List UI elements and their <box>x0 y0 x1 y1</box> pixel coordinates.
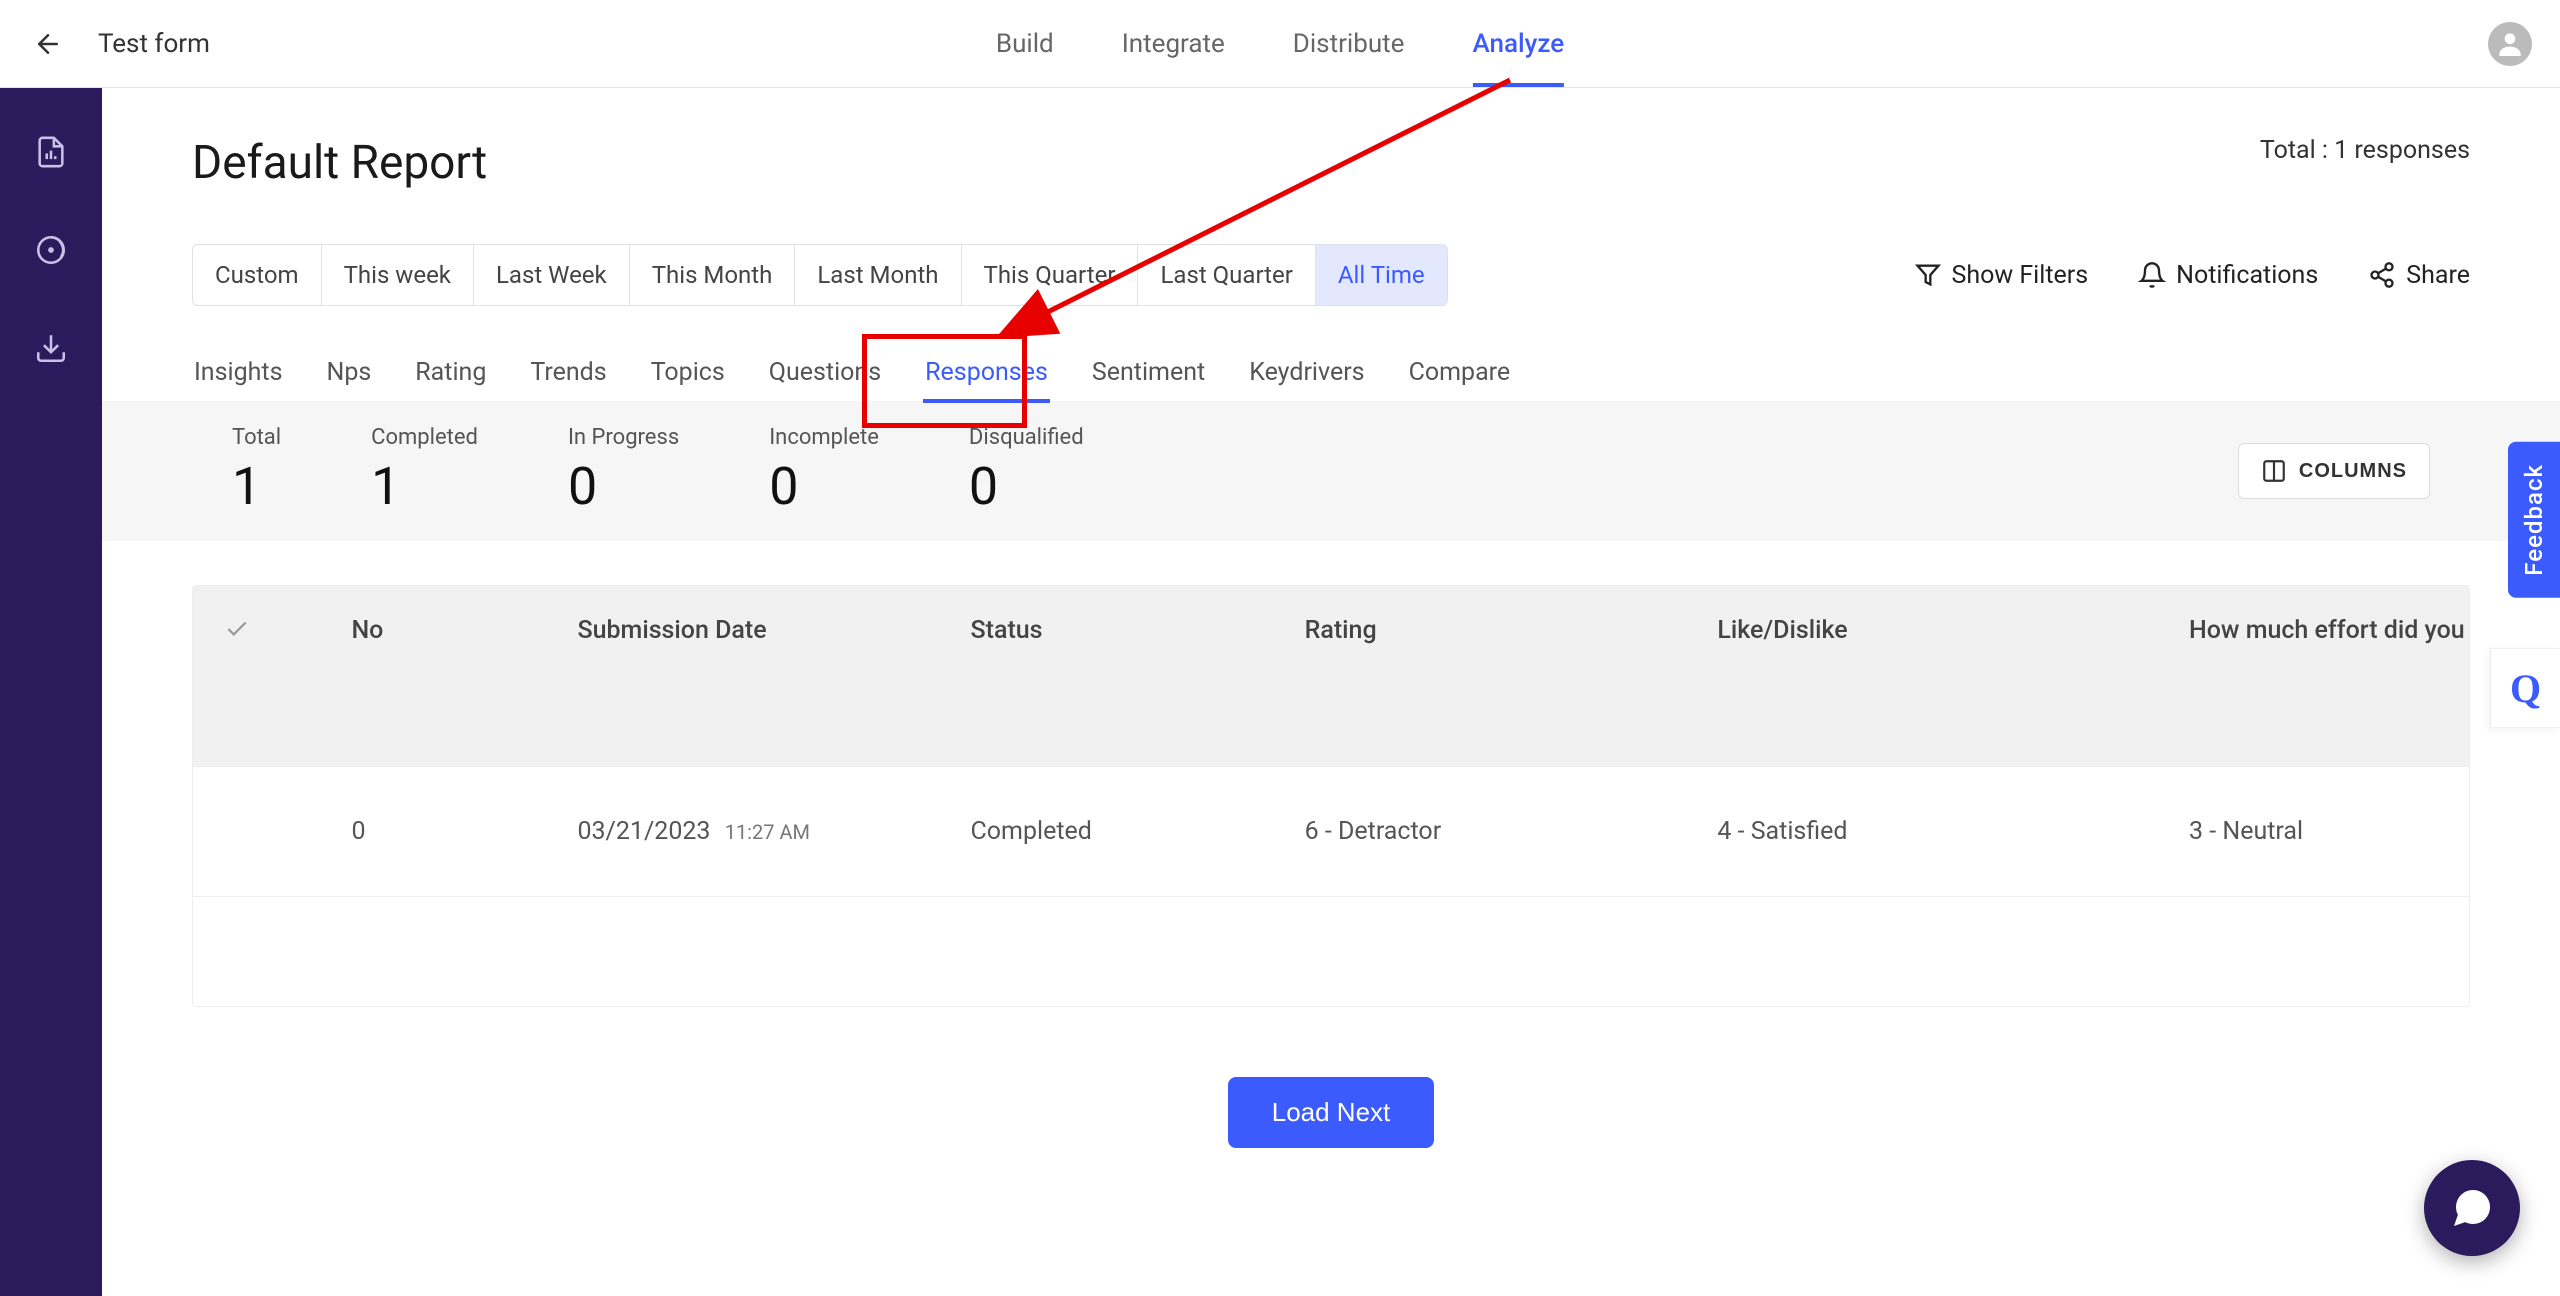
sidebar-dashboard-icon[interactable] <box>31 230 71 270</box>
stat-incomplete: Incomplete 0 <box>769 425 879 517</box>
chat-bubble[interactable] <box>2424 1160 2520 1256</box>
table-spacer <box>193 896 2469 1006</box>
pill-this-month[interactable]: This Month <box>630 245 796 305</box>
subtab-trends[interactable]: Trends <box>528 344 608 401</box>
td-like: 4 - Satisfied <box>1717 817 2189 846</box>
td-effort: 3 - Neutral <box>2189 817 2469 846</box>
avatar[interactable] <box>2488 22 2532 66</box>
th-effort[interactable]: How much effort did you <box>2189 616 2469 645</box>
total-responses: Total : 1 responses <box>2260 136 2470 165</box>
sidebar <box>0 88 102 1296</box>
time-filter-pills: Custom This week Last Week This Month La… <box>192 244 1448 306</box>
subtab-questions[interactable]: Questions <box>767 344 883 401</box>
subtab-topics[interactable]: Topics <box>649 344 727 401</box>
td-status: Completed <box>971 817 1305 846</box>
stat-completed-value: 1 <box>371 456 478 517</box>
notifications-button[interactable]: Notifications <box>2138 261 2318 290</box>
responses-table: No Submission Date Status Rating Like/Di… <box>192 585 2470 1007</box>
subtab-responses[interactable]: Responses <box>923 344 1050 401</box>
subtab-rating[interactable]: Rating <box>413 344 488 401</box>
td-date-value: 03/21/2023 <box>577 817 710 846</box>
tab-build[interactable]: Build <box>996 0 1054 87</box>
load-next-button[interactable]: Load Next <box>1228 1077 1435 1148</box>
stat-inprogress: In Progress 0 <box>568 425 679 517</box>
table-row[interactable]: 0 03/21/2023 11:27 AM Completed 6 - Detr… <box>193 766 2469 896</box>
pill-all-time[interactable]: All Time <box>1316 245 1447 305</box>
report-title: Default Report <box>192 136 487 190</box>
share-label: Share <box>2406 261 2470 290</box>
tab-analyze[interactable]: Analyze <box>1472 0 1564 87</box>
stat-completed: Completed 1 <box>371 425 478 517</box>
th-submission-date[interactable]: Submission Date <box>577 616 970 645</box>
subtab-nps[interactable]: Nps <box>324 344 373 401</box>
th-status[interactable]: Status <box>971 616 1305 645</box>
topbar: Test form Build Integrate Distribute Ana… <box>0 0 2560 88</box>
q-badge-label: Q <box>2510 665 2541 712</box>
pill-last-month[interactable]: Last Month <box>795 245 961 305</box>
stat-incomplete-value: 0 <box>769 456 879 517</box>
subtabs: Insights Nps Rating Trends Topics Questi… <box>192 344 2470 401</box>
stat-disqualified: Disqualified 0 <box>969 425 1084 517</box>
th-rating[interactable]: Rating <box>1305 616 1718 645</box>
subtab-compare[interactable]: Compare <box>1407 344 1513 401</box>
stat-inprogress-label: In Progress <box>568 425 679 450</box>
select-all-checkbox[interactable] <box>193 616 281 642</box>
q-badge[interactable]: Q <box>2490 648 2560 728</box>
share-button[interactable]: Share <box>2368 261 2470 290</box>
sidebar-download-icon[interactable] <box>31 328 71 368</box>
subtab-insights[interactable]: Insights <box>192 344 284 401</box>
stat-incomplete-label: Incomplete <box>769 425 879 450</box>
show-filters-button[interactable]: Show Filters <box>1914 261 2089 290</box>
columns-button[interactable]: COLUMNS <box>2238 443 2430 499</box>
notifications-label: Notifications <box>2176 261 2318 290</box>
feedback-tab[interactable]: Feedback <box>2508 442 2560 598</box>
sidebar-reports-icon[interactable] <box>31 132 71 172</box>
stat-inprogress-value: 0 <box>568 456 679 517</box>
stat-completed-label: Completed <box>371 425 478 450</box>
stat-total: Total 1 <box>232 425 281 517</box>
tab-distribute[interactable]: Distribute <box>1293 0 1405 87</box>
td-no: 0 <box>281 817 577 846</box>
th-no[interactable]: No <box>281 616 577 645</box>
td-time-value: 11:27 AM <box>725 820 810 844</box>
top-tabs: Build Integrate Distribute Analyze <box>996 0 1564 87</box>
td-date: 03/21/2023 11:27 AM <box>577 817 970 846</box>
th-like-dislike[interactable]: Like/Dislike <box>1717 616 2189 645</box>
td-rating: 6 - Detractor <box>1305 817 1718 846</box>
pill-this-quarter[interactable]: This Quarter <box>962 245 1139 305</box>
pill-this-week[interactable]: This week <box>322 245 474 305</box>
stat-total-value: 1 <box>232 456 281 517</box>
main: Default Report Total : 1 responses Custo… <box>102 88 2560 1296</box>
columns-label: COLUMNS <box>2299 460 2407 483</box>
pill-custom[interactable]: Custom <box>193 245 322 305</box>
back-arrow[interactable] <box>28 24 68 64</box>
stat-total-label: Total <box>232 425 281 450</box>
subtab-keydrivers[interactable]: Keydrivers <box>1247 344 1366 401</box>
stats-bar: Total 1 Completed 1 In Progress 0 Incomp… <box>102 401 2560 541</box>
stat-disqualified-label: Disqualified <box>969 425 1084 450</box>
stat-disqualified-value: 0 <box>969 456 1084 517</box>
pill-last-quarter[interactable]: Last Quarter <box>1138 245 1315 305</box>
form-name: Test form <box>98 29 210 59</box>
subtab-sentiment[interactable]: Sentiment <box>1090 344 1207 401</box>
show-filters-label: Show Filters <box>1952 261 2089 290</box>
tab-integrate[interactable]: Integrate <box>1122 0 1225 87</box>
pill-last-week[interactable]: Last Week <box>474 245 630 305</box>
table-header: No Submission Date Status Rating Like/Di… <box>193 586 2469 766</box>
